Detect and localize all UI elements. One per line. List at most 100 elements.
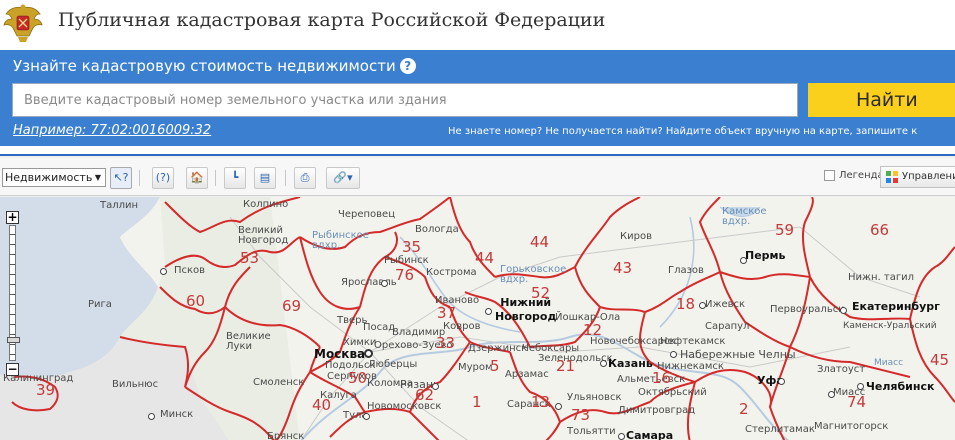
map-label-velikie-luki: Великие Луки <box>226 331 271 352</box>
region-number-74: 74 <box>847 393 867 411</box>
map-label-magnitogorsk: Магнитогорск <box>814 421 889 432</box>
russian-coat-of-arms-icon <box>3 4 43 42</box>
region-number-12: 12 <box>583 321 603 339</box>
zoom-in-button[interactable]: + <box>6 211 19 224</box>
city-dot <box>160 268 167 275</box>
zoom-slider-handle[interactable] <box>7 337 20 343</box>
map-label-murom: Муром <box>458 362 493 373</box>
city-dot <box>600 360 607 367</box>
region-number-45: 45 <box>930 351 950 369</box>
site-header: Публичная кадастровая карта Российской Ф… <box>0 0 955 46</box>
measure-tool-icon[interactable]: ┗ <box>224 167 246 189</box>
region-number-13: 13 <box>531 393 551 411</box>
map-label-arzamas: Арзамас <box>505 369 549 380</box>
region-number-76: 76 <box>395 266 415 284</box>
map-label-velikiy-novgorod: Великий Новгород <box>238 225 289 246</box>
toolbar-separator <box>215 170 216 186</box>
city-dot <box>670 351 677 358</box>
identify-tool-icon[interactable]: ↖? <box>110 167 132 189</box>
zoom-tick <box>10 254 15 255</box>
region-number-69: 69 <box>282 297 302 315</box>
layer-select[interactable]: Недвижимость ▼ <box>2 168 106 187</box>
link-tool-icon[interactable]: 🔗▾ <box>326 167 360 189</box>
map-label-miass-river: Миасс <box>874 358 904 368</box>
cadastral-number-input[interactable] <box>12 83 798 117</box>
region-number-37: 37 <box>437 304 457 322</box>
map-label-glazov: Глазов <box>668 265 704 276</box>
zoom-tick <box>10 314 15 315</box>
map-label-kostroma: Кострома <box>426 267 477 278</box>
region-number-1: 1 <box>472 393 482 411</box>
region-number-60: 60 <box>186 292 206 310</box>
map-label-yekaterinburg: Екатеринбург <box>852 300 940 313</box>
zoom-tick <box>10 294 15 295</box>
map-label-lyubertsy: Люберцы <box>368 359 418 370</box>
map-label-sterlitamak: Стерлитамак <box>745 424 815 435</box>
map-label-oktyabrskiy: Октябрьский <box>638 387 707 398</box>
region-number-53: 53 <box>240 249 260 267</box>
zoom-slider[interactable] <box>7 225 20 361</box>
city-dot <box>840 307 847 314</box>
map-toolbar: Недвижимость ▼ ↖? (?) 🏠 ┗ ▤ ⎙ 🔗▾ Легенда… <box>0 158 955 196</box>
area-tool-icon[interactable]: ▤ <box>254 167 276 189</box>
region-number-43: 43 <box>613 259 633 277</box>
chevron-down-icon: ▼ <box>94 173 101 182</box>
city-dot <box>618 433 625 440</box>
region-number-2: 2 <box>739 400 749 418</box>
map-label-sarapul: Сарапул <box>705 321 750 332</box>
zoom-tick <box>10 354 15 355</box>
legend-checkbox[interactable] <box>824 170 835 181</box>
map-canvas[interactable]: Таллин Колпино Череповец Великий Новгород… <box>0 197 955 440</box>
region-number-39: 39 <box>36 381 56 399</box>
map-label-rybinskoe: Рыбинское вдхр. <box>312 230 369 251</box>
search-heading-text: Узнайте кадастровую стоимость недвижимос… <box>13 57 396 75</box>
building-info-tool-icon[interactable]: 🏠 <box>186 167 208 189</box>
map-label-izhevsk: Ижевск <box>705 299 746 310</box>
capital-dot <box>364 349 373 358</box>
map-label-kovrov: Ковров <box>443 321 481 332</box>
zoom-tick <box>10 324 15 325</box>
cadastral-map-page: Публичная кадастровая карта Российской Ф… <box>0 0 955 440</box>
map-label-samara: Самара <box>626 429 674 440</box>
city-dot <box>485 308 492 315</box>
find-button[interactable]: Найти <box>808 83 955 117</box>
map-label-kolpino: Колпино <box>243 199 289 210</box>
map-label-zlatoust: Златоуст <box>817 364 866 375</box>
map-label-gorkovskoe: Горьковское вдхр. <box>500 264 567 285</box>
help-icon[interactable]: ? <box>399 58 416 74</box>
map-label-riga: Рига <box>88 299 112 310</box>
manage-layers-button[interactable]: Управлени <box>880 166 955 188</box>
city-dot <box>828 391 835 398</box>
city-dot <box>381 280 388 287</box>
city-dot <box>740 257 747 264</box>
example-number-link[interactable]: Например: 77:02:0016009:32 <box>13 123 211 138</box>
grid-icon <box>886 171 898 183</box>
region-number-50: 50 <box>348 369 368 387</box>
map-label-smolensk: Смоленск <box>253 377 305 388</box>
search-heading: Узнайте кадастровую стоимость недвижимос… <box>13 57 416 75</box>
region-number-73: 73 <box>571 406 591 424</box>
legend-label: Легенда <box>839 170 884 181</box>
region-number-44-b: 44 <box>530 233 550 251</box>
map-label-rybinsk: Рыбинск <box>384 255 429 266</box>
toolbar-separator <box>285 170 286 186</box>
toolbar-separator <box>139 170 140 186</box>
region-number-18: 18 <box>676 295 696 313</box>
map-label-yaroslavl: Ярославль <box>341 277 397 288</box>
zoom-tick <box>10 234 15 235</box>
zoom-out-button[interactable]: − <box>6 363 19 376</box>
layer-select-value: Недвижимость <box>5 171 93 184</box>
map-label-pskov: Псков <box>174 265 206 276</box>
info-tool-icon[interactable]: (?) <box>152 167 174 189</box>
zoom-control: + − <box>6 211 20 376</box>
map-label-dimitrovgrad: Димитровград <box>618 405 696 416</box>
city-dot <box>857 383 864 390</box>
zoom-tick <box>10 274 15 275</box>
print-tool-icon[interactable]: ⎙ <box>294 167 316 189</box>
region-number-21: 21 <box>556 357 576 375</box>
city-dot <box>555 403 562 410</box>
zoom-tick <box>10 304 15 305</box>
map-label-vologda: Вологда <box>415 224 459 235</box>
map-label-kirov: Киров <box>620 231 652 242</box>
map-label-kazan: Казань <box>608 357 653 370</box>
